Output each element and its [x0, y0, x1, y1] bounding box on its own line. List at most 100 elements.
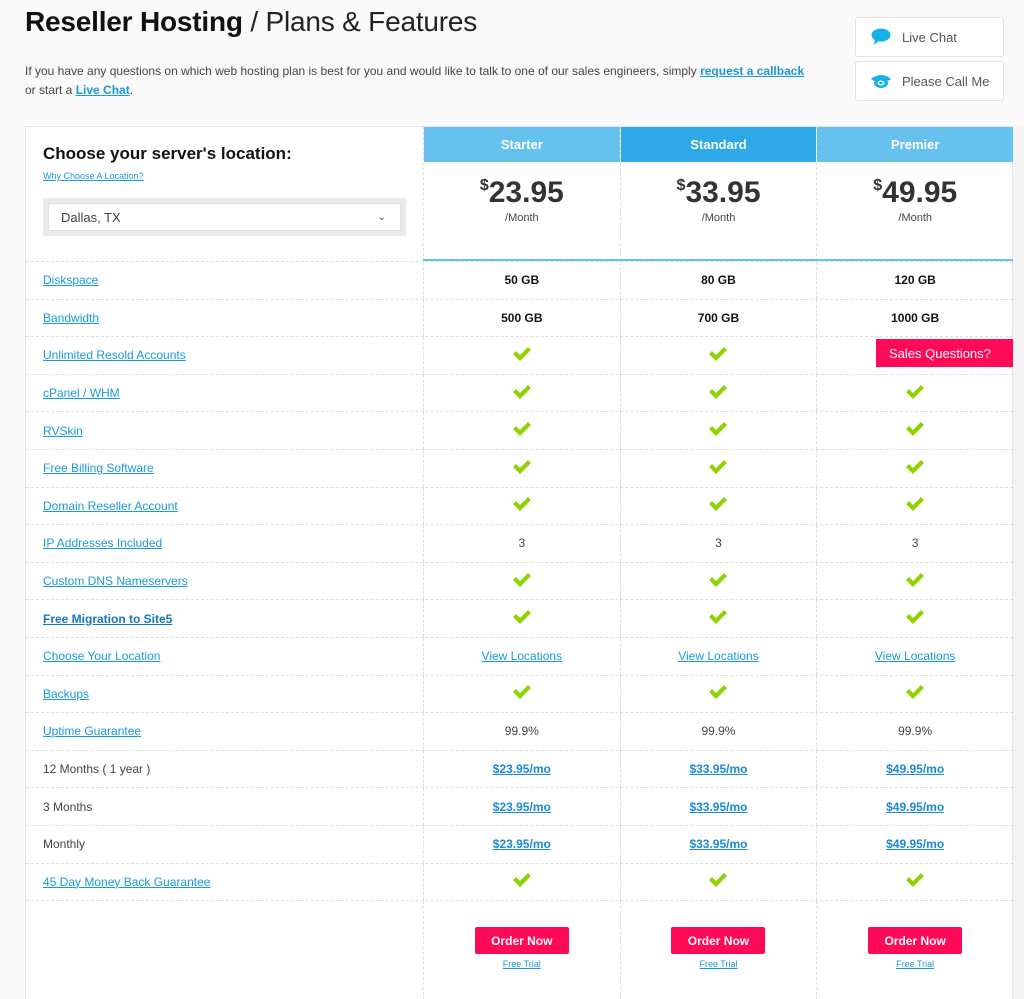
please-call-me-button[interactable]: Please Call Me [855, 61, 1004, 101]
feature-label-link[interactable]: RVSkin [43, 424, 83, 438]
order-row-spacer [26, 901, 423, 999]
checkmark-icon [708, 421, 728, 440]
feature-cell [619, 337, 817, 374]
feature-cell [422, 675, 620, 713]
feature-row: 12 Months ( 1 year ) $23.95/mo $33.95/mo $4… [26, 749, 1013, 788]
term-price-link[interactable]: $33.95/mo [689, 837, 747, 851]
feature-row: RVSkin [26, 411, 1013, 449]
intro-text-part: or start a [25, 83, 76, 97]
feature-label-link[interactable]: IP Addresses Included [43, 536, 162, 550]
location-select-value: Dallas, TX [61, 209, 121, 225]
feature-label-link[interactable]: Custom DNS Nameservers [43, 574, 188, 588]
feature-rows: Diskspace 50 GB 80 GB 120 GB Bandwidth 500 GB… [26, 261, 1013, 999]
checkmark-icon [905, 421, 925, 440]
feature-cell [619, 863, 817, 901]
feature-cell: $23.95/mo [422, 788, 620, 825]
feature-label-link[interactable]: Choose Your Location [43, 649, 160, 663]
view-locations-link[interactable]: View Locations [482, 649, 563, 663]
feature-cell [619, 374, 817, 412]
feature-value: 3 [816, 525, 1013, 562]
currency-symbol: $ [479, 177, 489, 194]
term-price-link[interactable]: $33.95/mo [689, 800, 747, 814]
term-price-link[interactable]: $23.95/mo [493, 762, 551, 776]
feature-label-cell: Free Migration to Site5 [26, 612, 423, 626]
location-select-wrapper: Dallas, TX ⌄ [43, 198, 406, 236]
free-trial-link[interactable]: Free Trial [699, 959, 737, 969]
feature-label-cell: Backups [26, 687, 423, 701]
feature-label-link[interactable]: Diskspace [43, 273, 98, 287]
feature-label-link[interactable]: Free Billing Software [43, 461, 154, 475]
phone-icon [870, 72, 892, 90]
feature-cell [422, 374, 620, 412]
plan-column-standard: Standard $33.95 /Month [619, 127, 817, 261]
feature-cell [816, 487, 1013, 525]
term-price-link[interactable]: $49.95/mo [886, 800, 944, 814]
feature-cell: View Locations [816, 637, 1013, 675]
feature-label-link[interactable]: Bandwidth [43, 311, 99, 325]
feature-row: Uptime Guarantee 99.9% 99.9% 99.9% [26, 712, 1013, 750]
free-trial-link[interactable]: Free Trial [896, 959, 934, 969]
feature-label-cell: Custom DNS Nameservers [26, 574, 423, 588]
checkmark-icon [512, 872, 532, 891]
page-edge [1013, 126, 1024, 999]
plan-name: Starter [424, 127, 620, 162]
please-call-me-label: Please Call Me [902, 73, 990, 89]
checkmark-icon [708, 384, 728, 403]
feature-label-link[interactable]: Unlimited Resold Accounts [43, 348, 186, 362]
free-trial-link[interactable]: Free Trial [503, 959, 541, 969]
feature-label-cell: Free Billing Software [26, 461, 423, 475]
price-amount: 33.95 [685, 176, 761, 209]
checkmark-icon [708, 346, 728, 365]
why-choose-location-link[interactable]: Why Choose A Location? [43, 171, 144, 181]
request-callback-link[interactable]: request a callback [700, 64, 804, 78]
feature-row: Domain Reseller Account [26, 486, 1013, 525]
location-heading: Choose your server's location: [43, 144, 292, 163]
term-price-link[interactable]: $23.95/mo [493, 837, 551, 851]
feature-label-link[interactable]: Uptime Guarantee [43, 724, 141, 738]
checkmark-icon [708, 496, 728, 515]
plan-column-starter: Starter $23.95 /Month [423, 127, 620, 261]
location-panel: Choose your server's location: Why Choos… [26, 127, 423, 261]
feature-label-link[interactable]: Free Migration to Site5 [43, 612, 172, 626]
feature-label-link[interactable]: cPanel / WHM [43, 386, 120, 400]
feature-value: 1000 GB [816, 299, 1013, 337]
order-now-button[interactable]: Order Now [868, 927, 963, 955]
feature-row: Free Billing Software [26, 448, 1013, 487]
feature-cell: View Locations [619, 637, 817, 675]
feature-label: 12 Months ( 1 year ) [43, 762, 151, 777]
live-chat-link[interactable]: Live Chat [76, 83, 130, 97]
term-price-link[interactable]: $23.95/mo [493, 800, 551, 814]
live-chat-button[interactable]: Live Chat [855, 17, 1004, 57]
intro-text: If you have any questions on which web h… [25, 62, 815, 100]
checkmark-icon [512, 421, 532, 440]
checkmark-icon [905, 872, 925, 891]
order-now-button[interactable]: Order Now [474, 927, 569, 955]
checkmark-icon [512, 459, 532, 478]
feature-row: Free Migration to Site5 [26, 599, 1013, 637]
term-price-link[interactable]: $33.95/mo [689, 762, 747, 776]
view-locations-link[interactable]: View Locations [875, 649, 956, 663]
checkmark-icon [905, 496, 925, 515]
location-select[interactable]: Dallas, TX ⌄ [48, 203, 401, 231]
checkmark-icon [512, 384, 532, 403]
feature-label-cell: Diskspace [26, 273, 423, 287]
feature-label-link[interactable]: 45 Day Money Back Guarantee [43, 875, 210, 889]
feature-value: 50 GB [422, 262, 620, 299]
feature-cell [619, 675, 817, 713]
price-amount: 23.95 [488, 176, 564, 209]
sales-questions-tab[interactable]: Sales Questions? [876, 339, 1024, 367]
feature-label-link[interactable]: Domain Reseller Account [43, 499, 178, 513]
view-locations-link[interactable]: View Locations [678, 649, 759, 663]
order-now-button[interactable]: Order Now [671, 927, 766, 955]
checkmark-icon [512, 572, 532, 591]
feature-cell [619, 449, 817, 487]
term-price-link[interactable]: $49.95/mo [886, 837, 944, 851]
feature-value: 500 GB [422, 299, 620, 337]
plan-column-premier: Premier $49.95 /Month [816, 127, 1014, 261]
chat-bubble-icon [870, 28, 892, 46]
feature-label-cell: Uptime Guarantee [26, 724, 423, 738]
feature-label-link[interactable]: Backups [43, 687, 89, 701]
feature-cell [619, 562, 817, 600]
checkmark-icon [512, 346, 532, 365]
term-price-link[interactable]: $49.95/mo [886, 762, 944, 776]
